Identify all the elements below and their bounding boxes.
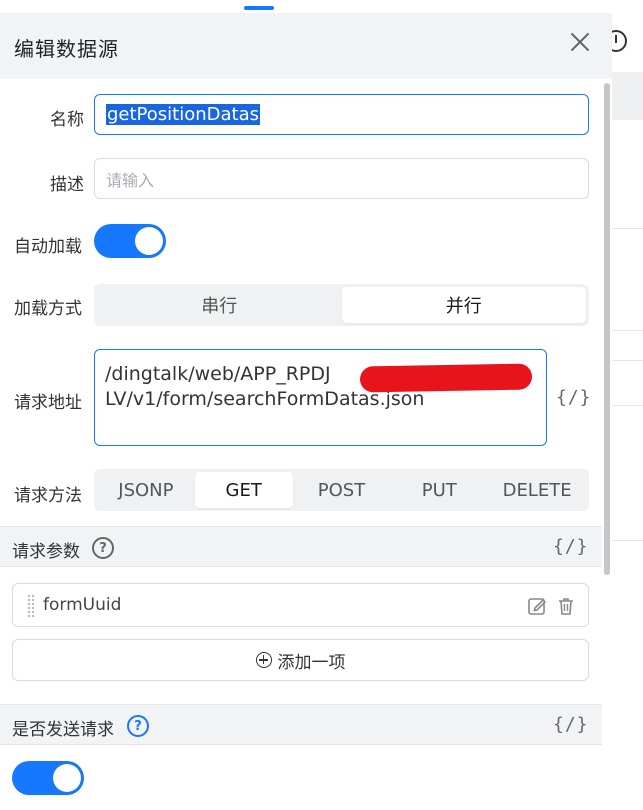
background-divider	[612, 540, 643, 541]
name-label: 名称	[50, 110, 84, 130]
description-label: 描述	[50, 175, 84, 195]
request-url-line-2: LV/v1/form/searchFormDatas.json	[105, 388, 425, 410]
edit-datasource-panel: 编辑数据源 名称 getPositionDatas 描述 请输入 自动加载 加载…	[0, 13, 612, 810]
switch-knob	[135, 227, 163, 255]
params-section-title: 请求参数	[12, 542, 80, 562]
method-jsonp[interactable]: JSONP	[97, 472, 195, 508]
method-delete[interactable]: DELETE	[488, 472, 586, 508]
panel-title: 编辑数据源	[14, 37, 119, 61]
background-divider	[612, 330, 643, 331]
plus-circle-icon	[255, 652, 272, 668]
param-name: formUuid	[43, 595, 122, 615]
add-item-button[interactable]: 添加一项	[12, 639, 589, 681]
request-method-segmented: JSONP GET POST PUT DELETE	[94, 469, 589, 511]
drag-handle-icon[interactable]	[27, 594, 35, 618]
background-divider	[612, 360, 643, 361]
trash-icon[interactable]	[556, 596, 576, 616]
load-mode-segmented: 串行 并行	[94, 284, 589, 326]
send-request-code-icon[interactable]: {/}	[553, 714, 589, 735]
description-placeholder: 请输入	[106, 170, 155, 190]
switch-knob	[53, 764, 81, 792]
redaction-mark	[359, 363, 533, 393]
add-item-label: 添加一项	[277, 652, 346, 673]
method-post[interactable]: POST	[293, 472, 391, 508]
panel-header: 编辑数据源	[0, 13, 612, 79]
close-icon[interactable]	[569, 31, 591, 53]
background-divider	[612, 405, 643, 406]
scrollbar[interactable]	[602, 79, 612, 810]
load-mode-label: 加载方式	[14, 299, 82, 319]
send-request-help-icon[interactable]: ?	[127, 715, 149, 737]
request-url-label: 请求地址	[14, 393, 82, 413]
method-put[interactable]: PUT	[390, 472, 488, 508]
name-input[interactable]: getPositionDatas	[94, 94, 589, 135]
background-selected-row	[612, 72, 643, 120]
params-section-header: 请求参数 ? {/}	[0, 526, 602, 567]
auto-load-label: 自动加载	[14, 237, 82, 257]
background-divider	[612, 228, 643, 229]
background-toolbar	[0, 0, 612, 13]
list-item: formUuid	[12, 583, 589, 627]
url-code-icon[interactable]: {/}	[556, 387, 592, 408]
description-input[interactable]: 请输入	[94, 158, 589, 199]
name-value: getPositionDatas	[106, 104, 260, 125]
scrollbar-thumb[interactable]	[604, 83, 610, 575]
method-get[interactable]: GET	[194, 472, 293, 508]
edit-icon[interactable]	[527, 596, 547, 616]
params-help-icon[interactable]: ?	[92, 537, 114, 559]
send-request-switch[interactable]	[12, 761, 84, 795]
send-request-section-header: 是否发送请求 ? {/}	[0, 704, 602, 745]
load-mode-parallel[interactable]: 并行	[341, 287, 586, 323]
request-method-label: 请求方法	[14, 486, 82, 506]
params-code-icon[interactable]: {/}	[553, 536, 589, 557]
auto-load-switch[interactable]	[94, 224, 166, 258]
send-request-title: 是否发送请求	[12, 720, 114, 740]
load-mode-serial[interactable]: 串行	[97, 287, 342, 323]
active-tab-indicator	[244, 6, 274, 10]
background-page	[612, 0, 643, 810]
